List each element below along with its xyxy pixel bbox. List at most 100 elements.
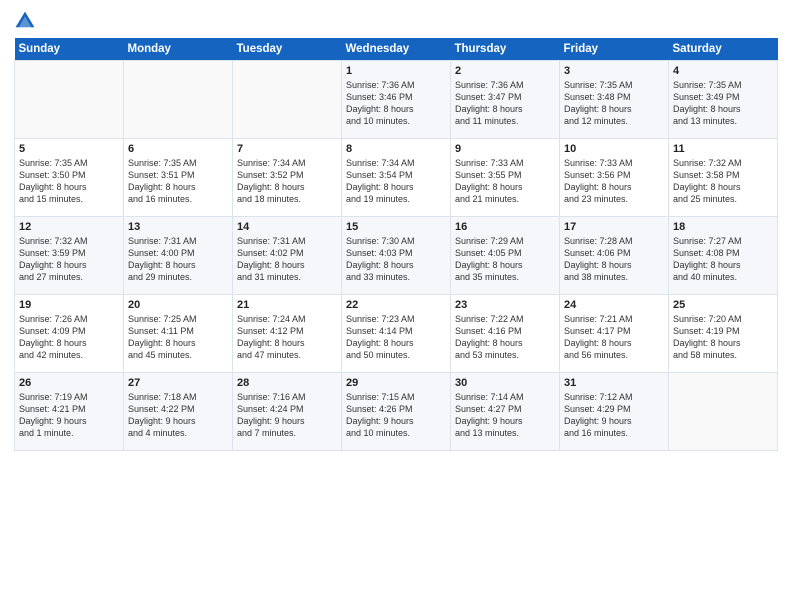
- day-cell: 31 Sunrise: 7:12 AM Sunset: 4:29 PM Dayli…: [560, 373, 669, 451]
- day-info: Sunrise: 7:22 AM Sunset: 4:16 PM Dayligh…: [455, 313, 555, 362]
- day-number: 25: [673, 299, 773, 311]
- day-cell: 19 Sunrise: 7:26 AM Sunset: 4:09 PM Dayli…: [15, 295, 124, 373]
- day-info: Sunrise: 7:15 AM Sunset: 4:26 PM Dayligh…: [346, 391, 446, 440]
- weekday-header-sunday: Sunday: [15, 38, 124, 61]
- day-info: Sunrise: 7:35 AM Sunset: 3:50 PM Dayligh…: [19, 157, 119, 206]
- day-number: 12: [19, 221, 119, 233]
- day-info: Sunrise: 7:32 AM Sunset: 3:59 PM Dayligh…: [19, 235, 119, 284]
- calendar-table: SundayMondayTuesdayWednesdayThursdayFrid…: [14, 38, 778, 451]
- logo: [14, 10, 38, 32]
- day-info: Sunrise: 7:24 AM Sunset: 4:12 PM Dayligh…: [237, 313, 337, 362]
- day-cell: 9 Sunrise: 7:33 AM Sunset: 3:55 PM Daylig…: [451, 139, 560, 217]
- day-number: 10: [564, 143, 664, 155]
- day-number: 3: [564, 65, 664, 77]
- day-number: 18: [673, 221, 773, 233]
- day-cell: 29 Sunrise: 7:15 AM Sunset: 4:26 PM Dayli…: [342, 373, 451, 451]
- day-cell: [233, 61, 342, 139]
- day-cell: 21 Sunrise: 7:24 AM Sunset: 4:12 PM Dayli…: [233, 295, 342, 373]
- day-cell: 2 Sunrise: 7:36 AM Sunset: 3:47 PM Daylig…: [451, 61, 560, 139]
- week-row-2: 5 Sunrise: 7:35 AM Sunset: 3:50 PM Daylig…: [15, 139, 778, 217]
- day-info: Sunrise: 7:19 AM Sunset: 4:21 PM Dayligh…: [19, 391, 119, 440]
- day-cell: 30 Sunrise: 7:14 AM Sunset: 4:27 PM Dayli…: [451, 373, 560, 451]
- day-number: 13: [128, 221, 228, 233]
- day-info: Sunrise: 7:31 AM Sunset: 4:00 PM Dayligh…: [128, 235, 228, 284]
- day-info: Sunrise: 7:28 AM Sunset: 4:06 PM Dayligh…: [564, 235, 664, 284]
- day-number: 20: [128, 299, 228, 311]
- day-info: Sunrise: 7:18 AM Sunset: 4:22 PM Dayligh…: [128, 391, 228, 440]
- day-cell: 1Sunrise: 7:36 AM Sunset: 3:46 PM Daylig…: [342, 61, 451, 139]
- day-number: 9: [455, 143, 555, 155]
- calendar-container: SundayMondayTuesdayWednesdayThursdayFrid…: [0, 0, 792, 461]
- weekday-header-thursday: Thursday: [451, 38, 560, 61]
- day-cell: [669, 373, 778, 451]
- day-cell: 5 Sunrise: 7:35 AM Sunset: 3:50 PM Daylig…: [15, 139, 124, 217]
- day-number: 28: [237, 377, 337, 389]
- day-number: 19: [19, 299, 119, 311]
- day-cell: 10 Sunrise: 7:33 AM Sunset: 3:56 PM Dayli…: [560, 139, 669, 217]
- day-info: Sunrise: 7:35 AM Sunset: 3:48 PM Dayligh…: [564, 79, 664, 128]
- day-info: Sunrise: 7:26 AM Sunset: 4:09 PM Dayligh…: [19, 313, 119, 362]
- header: [14, 10, 778, 32]
- day-number: 6: [128, 143, 228, 155]
- day-number: 4: [673, 65, 773, 77]
- day-number: 15: [346, 221, 446, 233]
- week-row-4: 19 Sunrise: 7:26 AM Sunset: 4:09 PM Dayli…: [15, 295, 778, 373]
- day-info: Sunrise: 7:35 AM Sunset: 3:49 PM Dayligh…: [673, 79, 773, 128]
- day-info: Sunrise: 7:21 AM Sunset: 4:17 PM Dayligh…: [564, 313, 664, 362]
- day-number: 14: [237, 221, 337, 233]
- day-info: Sunrise: 7:30 AM Sunset: 4:03 PM Dayligh…: [346, 235, 446, 284]
- day-cell: 26 Sunrise: 7:19 AM Sunset: 4:21 PM Dayli…: [15, 373, 124, 451]
- day-cell: 15 Sunrise: 7:30 AM Sunset: 4:03 PM Dayli…: [342, 217, 451, 295]
- day-info: Sunrise: 7:33 AM Sunset: 3:55 PM Dayligh…: [455, 157, 555, 206]
- day-number: 1: [346, 65, 446, 77]
- weekday-header-saturday: Saturday: [669, 38, 778, 61]
- day-info: Sunrise: 7:14 AM Sunset: 4:27 PM Dayligh…: [455, 391, 555, 440]
- day-number: 30: [455, 377, 555, 389]
- day-number: 26: [19, 377, 119, 389]
- day-number: 17: [564, 221, 664, 233]
- day-cell: 4 Sunrise: 7:35 AM Sunset: 3:49 PM Daylig…: [669, 61, 778, 139]
- weekday-header-row: SundayMondayTuesdayWednesdayThursdayFrid…: [15, 38, 778, 61]
- day-info: Sunrise: 7:36 AM Sunset: 3:47 PM Dayligh…: [455, 79, 555, 128]
- day-info: Sunrise: 7:35 AM Sunset: 3:51 PM Dayligh…: [128, 157, 228, 206]
- day-info: Sunrise: 7:34 AM Sunset: 3:52 PM Dayligh…: [237, 157, 337, 206]
- day-number: 23: [455, 299, 555, 311]
- day-number: 2: [455, 65, 555, 77]
- day-cell: 25Sunrise: 7:20 AM Sunset: 4:19 PM Dayli…: [669, 295, 778, 373]
- day-number: 24: [564, 299, 664, 311]
- day-cell: 13 Sunrise: 7:31 AM Sunset: 4:00 PM Dayli…: [124, 217, 233, 295]
- day-cell: 23 Sunrise: 7:22 AM Sunset: 4:16 PM Dayli…: [451, 295, 560, 373]
- week-row-3: 12 Sunrise: 7:32 AM Sunset: 3:59 PM Dayli…: [15, 217, 778, 295]
- day-info: Sunrise: 7:23 AM Sunset: 4:14 PM Dayligh…: [346, 313, 446, 362]
- day-number: 5: [19, 143, 119, 155]
- day-info: Sunrise: 7:12 AM Sunset: 4:29 PM Dayligh…: [564, 391, 664, 440]
- day-number: 7: [237, 143, 337, 155]
- day-info: Sunrise: 7:34 AM Sunset: 3:54 PM Dayligh…: [346, 157, 446, 206]
- day-info: Sunrise: 7:25 AM Sunset: 4:11 PM Dayligh…: [128, 313, 228, 362]
- day-info: Sunrise: 7:33 AM Sunset: 3:56 PM Dayligh…: [564, 157, 664, 206]
- day-cell: 28 Sunrise: 7:16 AM Sunset: 4:24 PM Dayli…: [233, 373, 342, 451]
- week-row-1: 1Sunrise: 7:36 AM Sunset: 3:46 PM Daylig…: [15, 61, 778, 139]
- day-cell: [15, 61, 124, 139]
- day-cell: 8 Sunrise: 7:34 AM Sunset: 3:54 PM Daylig…: [342, 139, 451, 217]
- day-number: 11: [673, 143, 773, 155]
- day-info: Sunrise: 7:16 AM Sunset: 4:24 PM Dayligh…: [237, 391, 337, 440]
- day-cell: 17 Sunrise: 7:28 AM Sunset: 4:06 PM Dayli…: [560, 217, 669, 295]
- day-number: 16: [455, 221, 555, 233]
- day-cell: 18Sunrise: 7:27 AM Sunset: 4:08 PM Dayli…: [669, 217, 778, 295]
- day-number: 21: [237, 299, 337, 311]
- day-info: Sunrise: 7:32 AM Sunset: 3:58 PM Dayligh…: [673, 157, 773, 206]
- day-number: 8: [346, 143, 446, 155]
- day-cell: 27Sunrise: 7:18 AM Sunset: 4:22 PM Dayli…: [124, 373, 233, 451]
- weekday-header-monday: Monday: [124, 38, 233, 61]
- day-number: 31: [564, 377, 664, 389]
- weekday-header-friday: Friday: [560, 38, 669, 61]
- weekday-header-wednesday: Wednesday: [342, 38, 451, 61]
- day-cell: 20 Sunrise: 7:25 AM Sunset: 4:11 PM Dayli…: [124, 295, 233, 373]
- day-info: Sunrise: 7:29 AM Sunset: 4:05 PM Dayligh…: [455, 235, 555, 284]
- day-number: 29: [346, 377, 446, 389]
- day-info: Sunrise: 7:31 AM Sunset: 4:02 PM Dayligh…: [237, 235, 337, 284]
- day-cell: 24 Sunrise: 7:21 AM Sunset: 4:17 PM Dayli…: [560, 295, 669, 373]
- day-number: 22: [346, 299, 446, 311]
- day-cell: 12 Sunrise: 7:32 AM Sunset: 3:59 PM Dayli…: [15, 217, 124, 295]
